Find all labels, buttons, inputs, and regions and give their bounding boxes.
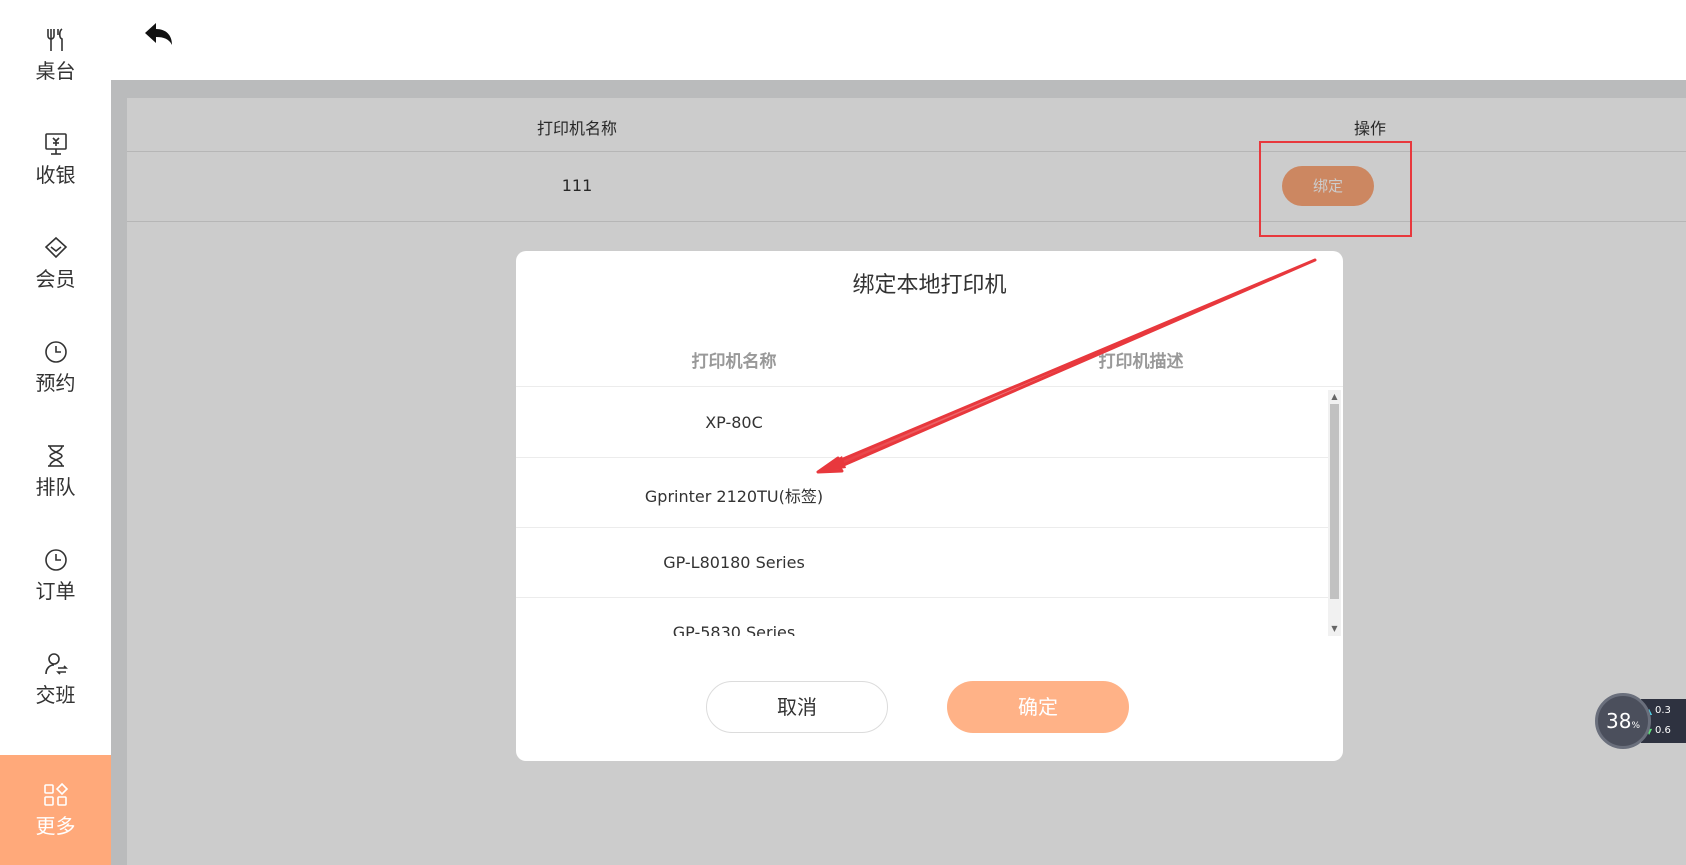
hourglass-icon bbox=[43, 443, 69, 469]
sidebar-item-label: 订单 bbox=[35, 579, 76, 603]
gauge-percent: 38 bbox=[1605, 709, 1632, 733]
sidebar: 桌台 收银 会员 预约 排队 订单 交班 更多 bbox=[0, 0, 111, 865]
memory-gauge: 38% bbox=[1595, 693, 1651, 749]
sidebar-item-more[interactable]: 更多 bbox=[0, 755, 111, 865]
printer-name: GP-5830 Series bbox=[672, 623, 796, 636]
sidebar-item-tables[interactable]: 桌台 bbox=[0, 0, 111, 110]
clock-icon bbox=[43, 547, 69, 573]
grid-icon bbox=[43, 782, 69, 808]
list-scrollbar[interactable]: ▲ ▼ bbox=[1328, 390, 1341, 636]
scrollbar-thumb[interactable] bbox=[1330, 404, 1339, 599]
sidebar-item-label: 预约 bbox=[35, 371, 76, 395]
sidebar-item-shift-handover[interactable]: 交班 bbox=[0, 624, 111, 734]
dialog-table-header: 打印机名称 打印机描述 bbox=[516, 329, 1343, 387]
user-exchange-icon bbox=[43, 651, 69, 677]
confirm-button[interactable]: 确定 bbox=[947, 681, 1129, 733]
member-diamond-icon bbox=[43, 235, 69, 261]
list-item[interactable]: GP-5830 Series bbox=[516, 598, 1328, 636]
printer-name: GP-L80180 Series bbox=[663, 553, 805, 572]
bind-printer-dialog: 绑定本地打印机 打印机名称 打印机描述 XP-80C Gprinter 2120… bbox=[516, 251, 1343, 761]
sidebar-item-orders[interactable]: 订单 bbox=[0, 520, 111, 630]
back-button[interactable] bbox=[141, 18, 177, 54]
list-item[interactable]: GP-L80180 Series bbox=[516, 528, 1328, 598]
top-bar bbox=[111, 0, 1686, 80]
sidebar-item-label: 更多 bbox=[35, 814, 76, 838]
sidebar-item-members[interactable]: 会员 bbox=[0, 208, 111, 318]
sidebar-item-label: 桌台 bbox=[35, 59, 76, 83]
scroll-up-arrow-icon[interactable]: ▲ bbox=[1328, 390, 1341, 404]
sidebar-item-queue[interactable]: 排队 bbox=[0, 416, 111, 526]
clock-icon bbox=[43, 339, 69, 365]
network-speed-widget[interactable]: ▲ 0.3 ▼ 0.6 38% bbox=[1595, 693, 1686, 749]
printer-list[interactable]: XP-80C Gprinter 2120TU(标签) GP-L80180 Ser… bbox=[516, 388, 1343, 636]
list-item[interactable]: Gprinter 2120TU(标签) bbox=[516, 458, 1328, 528]
utensils-icon bbox=[43, 27, 69, 53]
printer-name: Gprinter 2120TU(标签) bbox=[644, 487, 824, 506]
sidebar-item-label: 会员 bbox=[35, 267, 76, 291]
sidebar-item-label: 收银 bbox=[35, 163, 76, 187]
back-arrow-icon bbox=[141, 23, 177, 58]
sidebar-item-label: 排队 bbox=[35, 475, 76, 499]
download-speed: 0.6 bbox=[1655, 725, 1671, 736]
sidebar-item-cashier[interactable]: 收银 bbox=[0, 104, 111, 214]
header-printer-name: 打印机名称 bbox=[691, 352, 777, 372]
list-item[interactable]: XP-80C bbox=[516, 388, 1328, 458]
sidebar-item-label: 交班 bbox=[35, 683, 76, 707]
cancel-button[interactable]: 取消 bbox=[706, 681, 888, 733]
upload-speed: 0.3 bbox=[1655, 705, 1671, 716]
scroll-down-arrow-icon[interactable]: ▼ bbox=[1328, 622, 1341, 636]
gauge-percent-unit: % bbox=[1631, 721, 1640, 731]
header-printer-description: 打印机描述 bbox=[1098, 352, 1184, 372]
dialog-title: 绑定本地打印机 bbox=[852, 273, 1007, 298]
sidebar-item-reservation[interactable]: 预约 bbox=[0, 312, 111, 422]
printer-name: XP-80C bbox=[705, 413, 763, 432]
cashier-monitor-icon bbox=[43, 131, 69, 157]
